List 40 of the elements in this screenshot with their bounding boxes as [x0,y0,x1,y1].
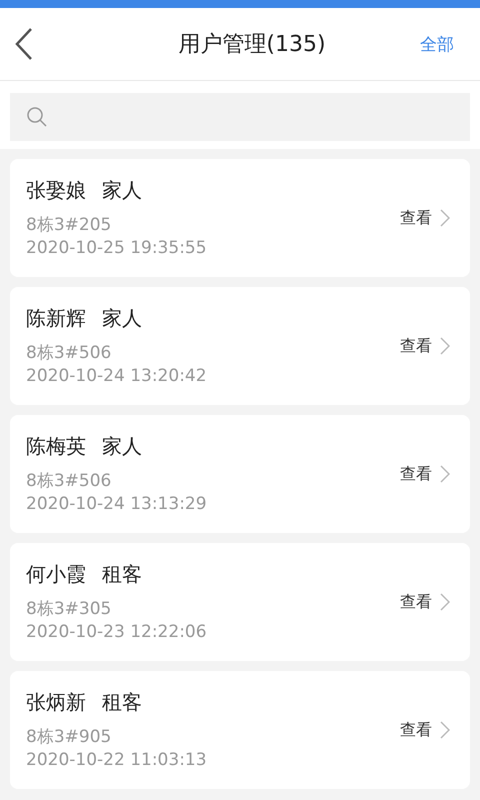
user-name: 陈新辉 [26,304,86,332]
view-link[interactable]: 查看 [396,204,454,232]
user-card[interactable]: 陈梅英 家人 8栋3#506 2020-10-24 13:13:29 查看 [10,415,470,533]
timestamp: 2020-10-24 13:13:29 [26,492,207,516]
user-card[interactable]: 张娶娘 家人 8栋3#205 2020-10-25 19:35:55 查看 [10,159,470,277]
user-name: 张炳新 [26,688,86,716]
search-field[interactable] [10,93,470,141]
filter-all-button[interactable]: 全部 [414,28,460,60]
timestamp: 2020-10-25 19:35:55 [26,236,207,260]
user-role: 家人 [102,304,142,332]
view-link[interactable]: 查看 [396,460,454,488]
user-role: 家人 [102,432,142,460]
timestamp: 2020-10-23 12:22:06 [26,620,207,644]
page-title: 用户管理(135) [178,31,326,59]
user-card[interactable]: 何小霞 租客 8栋3#305 2020-10-23 12:22:06 查看 [10,543,470,661]
user-card[interactable]: 张炳新 租客 8栋3#905 2020-10-22 11:03:13 查看 [10,671,470,789]
user-card[interactable]: 陈新辉 家人 8栋3#506 2020-10-24 13:20:42 查看 [10,287,470,405]
chevron-icon [440,209,450,227]
timestamp: 2020-10-24 13:20:42 [26,364,207,388]
back-icon [14,27,34,61]
chevron-icon [440,337,450,355]
user-name: 张娶娘 [26,176,86,204]
view-link[interactable]: 查看 [396,716,454,744]
user-role: 租客 [102,560,142,588]
unit-number: 8栋3#905 [26,726,112,748]
unit-number: 8栋3#506 [26,470,112,492]
view-link[interactable]: 查看 [396,332,454,360]
chevron-icon [440,465,450,483]
view-link[interactable]: 查看 [396,588,454,616]
chevron-icon [440,593,450,611]
user-name: 陈梅英 [26,432,86,460]
unit-number: 8栋3#305 [26,598,112,620]
timestamp: 2020-10-22 11:03:13 [26,748,207,772]
user-name: 何小霞 [26,560,86,588]
user-role: 家人 [102,176,142,204]
chevron-icon [440,721,450,739]
search-icon [26,106,48,128]
unit-number: 8栋3#506 [26,342,112,364]
unit-number: 8栋3#205 [26,214,112,236]
user-role: 租客 [102,688,142,716]
